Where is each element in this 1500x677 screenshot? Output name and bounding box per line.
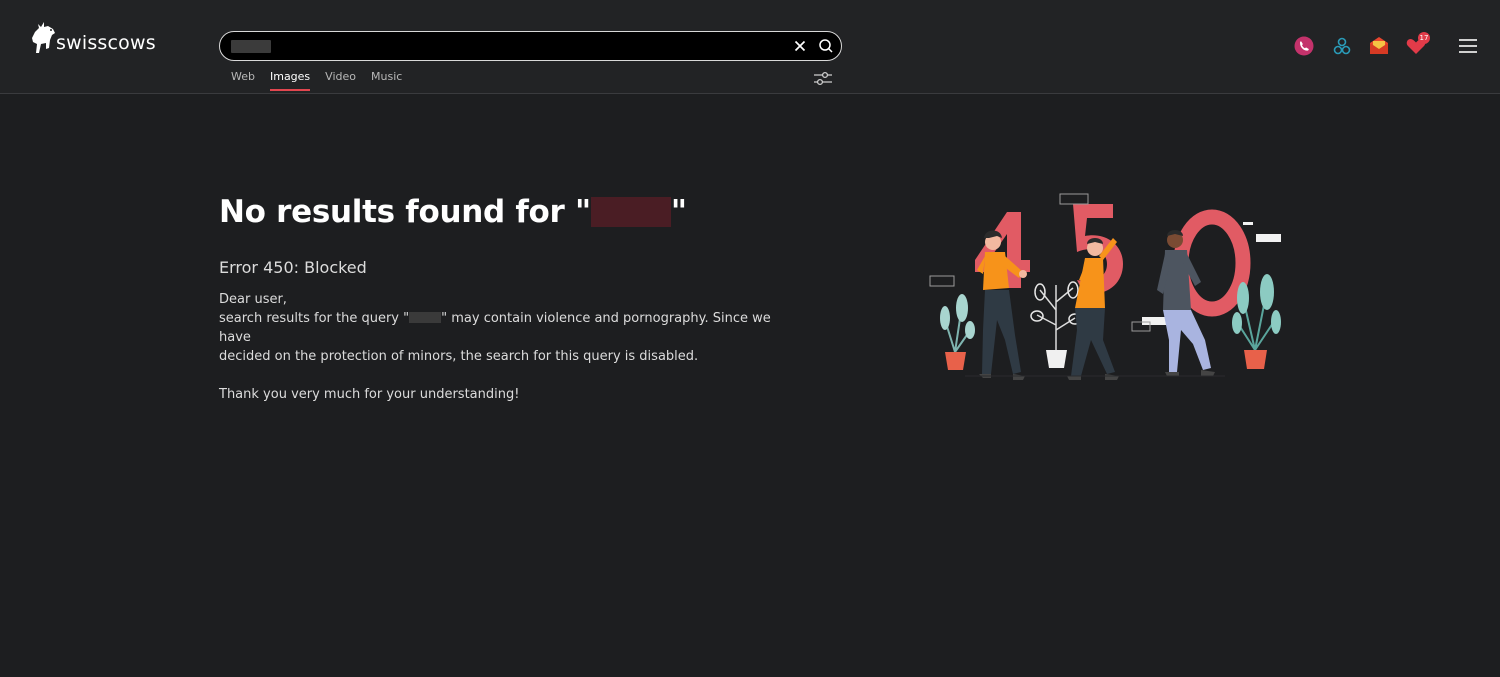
notification-badge: 17 [1418, 32, 1430, 44]
swisscows-logo[interactable]: swisscows [30, 18, 156, 56]
mail-icon[interactable] [1368, 35, 1390, 57]
title-prefix: No results found for " [219, 194, 591, 230]
page-title: No results found for " " [219, 194, 779, 230]
error-code: Error 450: Blocked [219, 258, 367, 277]
error-450-illustration [929, 193, 1281, 380]
search-icon[interactable] [818, 38, 834, 54]
search-input[interactable] [230, 36, 774, 58]
greeting: Dear user, [219, 292, 287, 307]
menu-icon[interactable] [1459, 39, 1477, 53]
menu-bar-1 [1459, 39, 1477, 41]
cow-icon [32, 22, 55, 53]
message-part-1: search results for the query " [219, 311, 410, 326]
vpn-icon[interactable] [1331, 35, 1353, 57]
clear-icon[interactable] [792, 38, 808, 54]
redacted-query [231, 40, 271, 53]
search-tabs: Web Images Video Music [231, 70, 417, 91]
title-suffix: " [670, 194, 687, 230]
filter-settings-icon[interactable] [813, 71, 833, 87]
tab-images[interactable]: Images [269, 70, 311, 91]
brand-name: swisscows [56, 32, 156, 54]
search-box[interactable] [219, 31, 842, 61]
tab-video[interactable]: Video [325, 70, 356, 91]
teleguard-icon[interactable] [1293, 35, 1315, 57]
tab-web[interactable]: Web [231, 70, 255, 91]
menu-bar-2 [1459, 45, 1477, 47]
message-line-1: search results for the query " " may cont… [219, 309, 779, 347]
menu-bar-3 [1459, 51, 1477, 53]
thanks-text: Thank you very much for your understandi… [219, 387, 520, 402]
message-body: Dear user, search results for the query … [219, 290, 779, 404]
message-line-2: decided on the protection of minors, the… [219, 349, 699, 364]
main-content: No results found for " " Error 450: Block… [219, 194, 779, 404]
redacted-query-title [590, 197, 671, 227]
tab-music[interactable]: Music [371, 70, 402, 91]
header: swisscows Web Images Video Music 17 [0, 0, 1500, 94]
redacted-query-inline [409, 312, 442, 323]
